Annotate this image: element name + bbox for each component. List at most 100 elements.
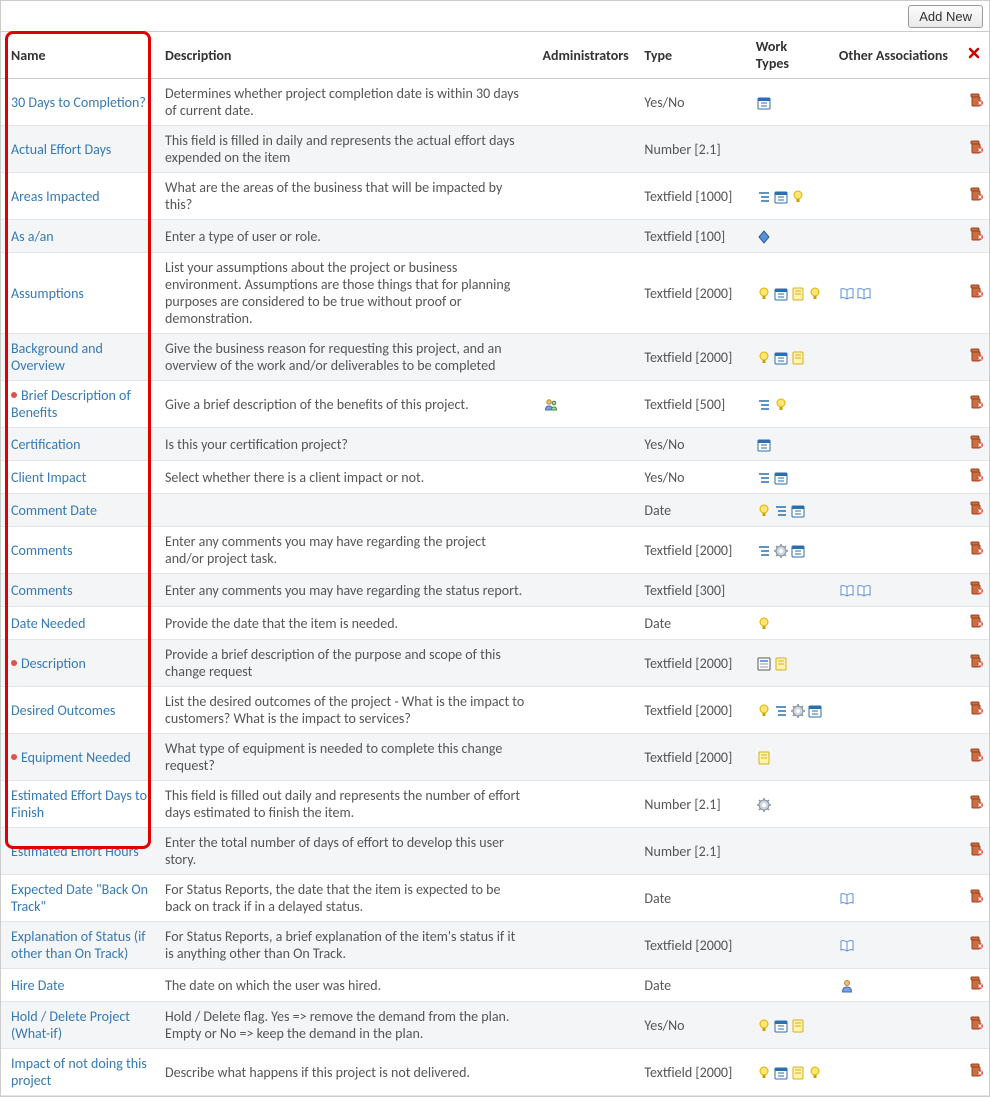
field-name-link[interactable]: Comments	[11, 542, 73, 559]
field-name-link[interactable]: Desired Outcomes	[11, 702, 115, 719]
delete-row-icon[interactable]	[968, 580, 984, 596]
delete-row-icon[interactable]	[968, 653, 984, 669]
list-icon	[773, 703, 789, 719]
header-description[interactable]: Description	[157, 32, 535, 79]
field-name-link[interactable]: Assumptions	[11, 285, 84, 302]
delete-cell[interactable]	[960, 1049, 989, 1096]
administrators-cell	[535, 334, 637, 381]
description-cell: Provide a brief description of the purpo…	[157, 640, 535, 687]
field-name-link[interactable]: Hire Date	[11, 977, 64, 994]
delete-cell[interactable]	[960, 781, 989, 828]
field-name-link[interactable]: Comment Date	[11, 502, 97, 519]
header-administrators[interactable]: Administrators	[535, 32, 637, 79]
field-name-link[interactable]: Estimated Effort Hours	[11, 843, 139, 860]
other-associations-cell	[831, 640, 960, 687]
delete-cell[interactable]	[960, 381, 989, 428]
delete-cell[interactable]	[960, 734, 989, 781]
administrators-cell	[535, 1049, 637, 1096]
field-name-link[interactable]: Background and Overview	[11, 340, 103, 374]
delete-cell[interactable]	[960, 220, 989, 253]
delete-row-icon[interactable]	[968, 467, 984, 483]
delete-cell[interactable]	[960, 922, 989, 969]
field-name-link[interactable]: As a/an	[11, 228, 54, 245]
form-icon	[756, 656, 772, 672]
delete-row-icon[interactable]	[968, 975, 984, 991]
delete-cell[interactable]	[960, 875, 989, 922]
delete-cell[interactable]	[960, 494, 989, 527]
delete-row-icon[interactable]	[968, 794, 984, 810]
field-name-link[interactable]: Client Impact	[11, 469, 86, 486]
delete-cell[interactable]	[960, 640, 989, 687]
delete-row-icon[interactable]	[968, 92, 984, 108]
delete-row-icon[interactable]	[968, 500, 984, 516]
delete-cell[interactable]	[960, 126, 989, 173]
field-name-link[interactable]: Actual Effort Days	[11, 141, 111, 158]
field-name-link[interactable]: Areas Impacted	[11, 188, 100, 205]
delete-row-icon[interactable]	[968, 1015, 984, 1031]
table-row: Brief Description of BenefitsGive a brie…	[1, 381, 989, 428]
field-name-link[interactable]: Equipment Needed	[21, 749, 131, 766]
delete-cell[interactable]	[960, 334, 989, 381]
delete-cell[interactable]	[960, 527, 989, 574]
delete-row-icon[interactable]	[968, 747, 984, 763]
delete-cell[interactable]	[960, 969, 989, 1002]
delete-row-icon[interactable]	[968, 394, 984, 410]
delete-cell[interactable]	[960, 428, 989, 461]
work-types-cell	[748, 734, 831, 781]
add-new-button[interactable]: Add New	[908, 5, 983, 28]
delete-cell[interactable]	[960, 828, 989, 875]
lightbulb-icon	[756, 703, 772, 719]
delete-cell[interactable]	[960, 173, 989, 220]
field-name-link[interactable]: Expected Date "Back On Track"	[11, 881, 148, 915]
note-icon	[790, 350, 806, 366]
field-name-link[interactable]: Impact of not doing this project	[11, 1055, 147, 1089]
field-name-link[interactable]: Brief Description of Benefits	[11, 387, 131, 421]
field-name-link[interactable]: Hold / Delete Project (What-if)	[11, 1008, 130, 1042]
delete-row-icon[interactable]	[968, 888, 984, 904]
name-cell: Areas Impacted	[1, 173, 157, 220]
field-name-link[interactable]: Comments	[11, 582, 73, 599]
administrators-cell	[535, 461, 637, 494]
delete-row-icon[interactable]	[968, 1062, 984, 1078]
header-delete[interactable]	[960, 32, 989, 79]
delete-row-icon[interactable]	[968, 139, 984, 155]
delete-cell[interactable]	[960, 687, 989, 734]
delete-cell[interactable]	[960, 253, 989, 334]
header-name[interactable]: Name	[1, 32, 157, 79]
delete-row-icon[interactable]	[968, 841, 984, 857]
name-cell: Hold / Delete Project (What-if)	[1, 1002, 157, 1049]
delete-cell[interactable]	[960, 79, 989, 126]
delete-row-icon[interactable]	[968, 700, 984, 716]
field-name-link[interactable]: Date Needed	[11, 615, 86, 632]
field-name-link[interactable]: Estimated Effort Days to Finish	[11, 787, 147, 821]
delete-cell[interactable]	[960, 574, 989, 607]
field-name-link[interactable]: Description	[21, 655, 86, 672]
delete-row-icon[interactable]	[968, 226, 984, 242]
header-type[interactable]: Type	[636, 32, 747, 79]
field-name-link[interactable]: 30 Days to Completion?	[11, 94, 146, 111]
delete-row-icon[interactable]	[968, 283, 984, 299]
header-work-types[interactable]: Work Types	[748, 32, 831, 79]
delete-row-icon[interactable]	[968, 186, 984, 202]
delete-row-icon[interactable]	[968, 613, 984, 629]
work-types-cell	[748, 922, 831, 969]
administrators-cell	[535, 640, 637, 687]
calendar-icon	[773, 470, 789, 486]
description-cell: What are the areas of the business that …	[157, 173, 535, 220]
delete-cell[interactable]	[960, 607, 989, 640]
table-row: CommentsEnter any comments you may have …	[1, 574, 989, 607]
name-cell: Comments	[1, 574, 157, 607]
delete-row-icon[interactable]	[968, 434, 984, 450]
type-cell: Textfield [2000]	[636, 687, 747, 734]
delete-row-icon[interactable]	[968, 935, 984, 951]
delete-cell[interactable]	[960, 461, 989, 494]
delete-row-icon[interactable]	[968, 347, 984, 363]
description-cell: Provide the date that the item is needed…	[157, 607, 535, 640]
delete-cell[interactable]	[960, 1002, 989, 1049]
field-name-link[interactable]: Certification	[11, 436, 80, 453]
field-name-link[interactable]: Explanation of Status (if other than On …	[11, 928, 146, 962]
header-other-associations[interactable]: Other Associations	[831, 32, 960, 79]
delete-row-icon[interactable]	[968, 540, 984, 556]
type-cell: Textfield [500]	[636, 381, 747, 428]
administrators-cell	[535, 574, 637, 607]
